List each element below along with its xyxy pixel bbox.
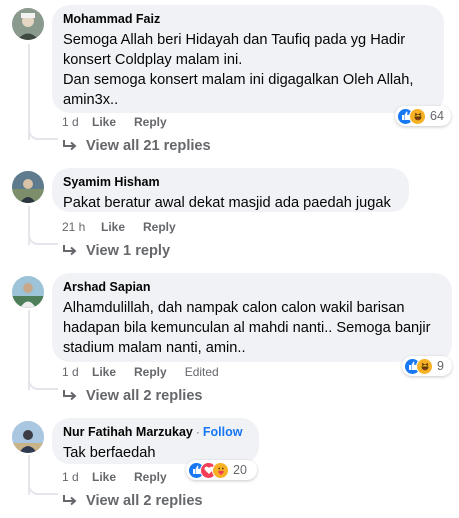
- reaction-summary[interactable]: 64: [395, 106, 451, 126]
- comment-author[interactable]: Nur Fatihah Marzukay: [63, 425, 193, 439]
- view-replies-link[interactable]: View all 21 replies: [62, 138, 211, 154]
- view-replies-link[interactable]: View all 2 replies: [62, 493, 203, 509]
- view-replies-link[interactable]: View all 2 replies: [62, 388, 203, 404]
- like-button[interactable]: Like: [92, 365, 116, 379]
- comment-bubble: Arshad Sapian Alhamdulillah, dah nampak …: [52, 273, 452, 362]
- view-replies-label[interactable]: View all 2 replies: [86, 493, 203, 509]
- follow-button[interactable]: Follow: [203, 425, 243, 439]
- comment-time[interactable]: 1 d: [62, 470, 92, 484]
- reply-arrow-icon: [62, 493, 80, 509]
- edited-label: Edited: [184, 365, 219, 379]
- avatar[interactable]: [12, 276, 44, 308]
- comment-author[interactable]: Syamim Hisham: [63, 174, 397, 190]
- care-reaction-icon: [212, 461, 229, 479]
- reply-button[interactable]: Reply: [143, 220, 176, 234]
- comment-author[interactable]: Arshad Sapian: [63, 279, 440, 295]
- comment-bubble: Nur Fatihah Marzukay · Follow Tak berfaeda…: [52, 418, 259, 464]
- reply-button[interactable]: Reply: [134, 470, 167, 484]
- view-replies-label[interactable]: View all 2 replies: [86, 388, 203, 404]
- reply-button[interactable]: Reply: [134, 365, 167, 379]
- comment-text: Alhamdulillah, dah nampak calon calon wa…: [63, 300, 431, 356]
- reply-arrow-icon: [62, 138, 80, 154]
- comment-time[interactable]: 21 h: [62, 220, 101, 234]
- thread-curve: [28, 126, 58, 140]
- comment-actions: 21 h Like Reply: [62, 220, 194, 234]
- reply-arrow-icon: [62, 243, 80, 259]
- reaction-count: 64: [430, 109, 444, 123]
- comment-author-row: Nur Fatihah Marzukay · Follow: [63, 424, 247, 440]
- comment-actions: 1 d Like Reply Edited: [62, 365, 219, 379]
- like-button[interactable]: Like: [92, 470, 116, 484]
- view-replies-link[interactable]: View 1 reply: [62, 243, 170, 259]
- comment-author[interactable]: Mohammad Faiz: [63, 11, 432, 27]
- view-replies-label[interactable]: View 1 reply: [86, 243, 170, 259]
- avatar[interactable]: [12, 8, 44, 40]
- separator-dot: ·: [195, 425, 200, 439]
- reply-arrow-icon: [62, 388, 80, 404]
- thread-curve: [28, 376, 58, 390]
- thread-curve: [28, 231, 58, 245]
- comment-text: Pakat beratur awal dekat masjid ada paed…: [63, 195, 391, 211]
- avatar[interactable]: [12, 421, 44, 453]
- comment-time[interactable]: 1 d: [62, 115, 92, 129]
- avatar[interactable]: [12, 171, 44, 203]
- comment-bubble: Syamim Hisham Pakat beratur awal dekat m…: [52, 168, 409, 212]
- comment-actions: 1 d Like Reply: [62, 115, 185, 129]
- reaction-summary[interactable]: 9: [402, 356, 452, 376]
- view-replies-label[interactable]: View all 21 replies: [86, 138, 211, 154]
- reply-button[interactable]: Reply: [134, 115, 167, 129]
- reaction-count: 20: [233, 463, 247, 477]
- thread-curve: [28, 481, 58, 495]
- haha-reaction-icon: [409, 107, 426, 125]
- reaction-summary[interactable]: 20: [186, 460, 257, 480]
- haha-reaction-icon: [416, 357, 433, 375]
- comment-actions: 1 d Like Reply: [62, 470, 185, 484]
- comment-text: Semoga Allah beri Hidayah dan Taufiq pad…: [63, 32, 414, 108]
- comment-time[interactable]: 1 d: [62, 365, 92, 379]
- like-button[interactable]: Like: [101, 220, 125, 234]
- comment-bubble: Mohammad Faiz Semoga Allah beri Hidayah …: [52, 5, 444, 113]
- reaction-count: 9: [437, 359, 444, 373]
- like-button[interactable]: Like: [92, 115, 116, 129]
